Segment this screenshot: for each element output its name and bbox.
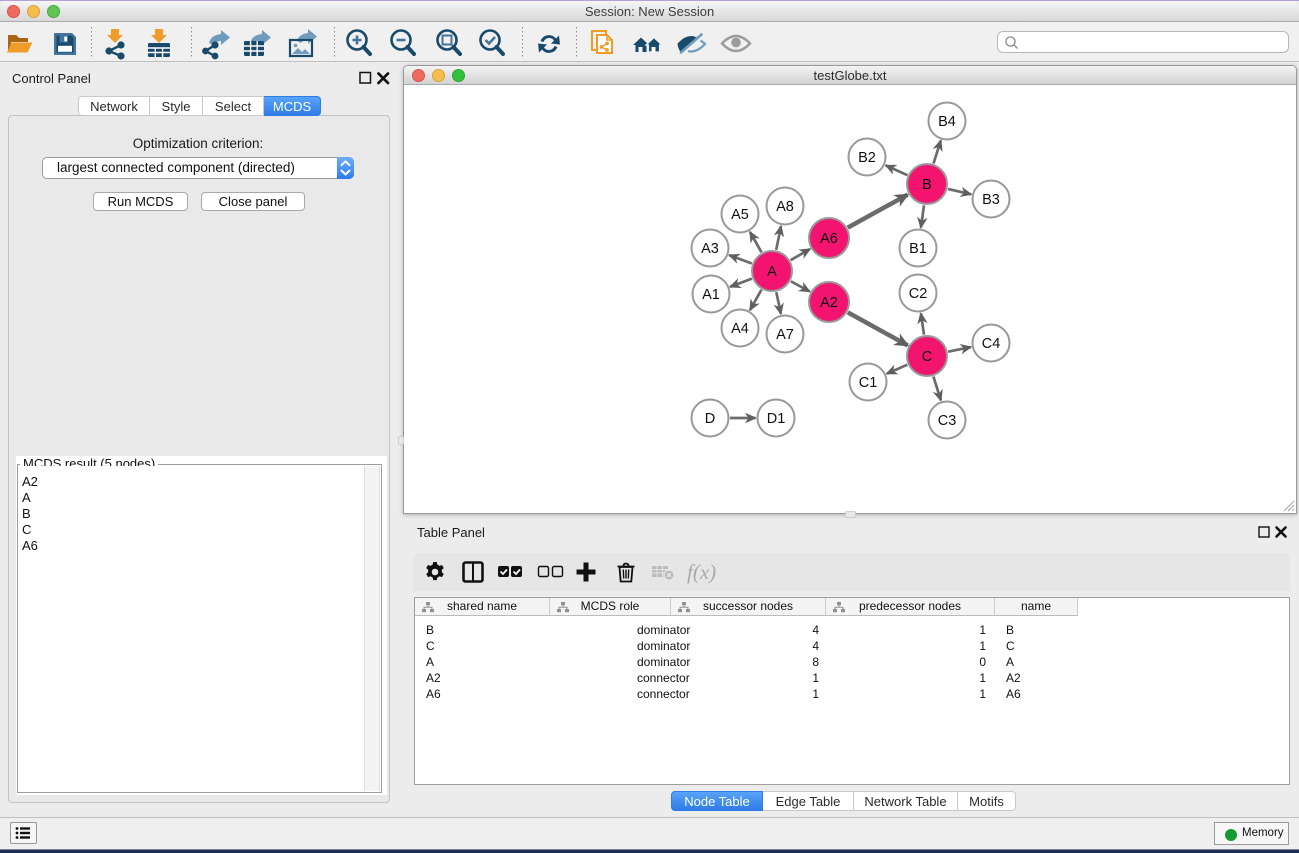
svg-text:C1: C1 [859, 375, 878, 391]
svg-text:A2: A2 [820, 295, 838, 311]
svg-text:A1: A1 [702, 287, 720, 303]
svg-text:B2: B2 [858, 150, 876, 166]
svg-text:A3: A3 [701, 241, 719, 257]
svg-text:A4: A4 [731, 321, 749, 337]
svg-text:C4: C4 [982, 336, 1001, 352]
svg-text:B: B [922, 177, 932, 193]
svg-text:A5: A5 [731, 207, 749, 223]
svg-text:C: C [922, 349, 932, 365]
svg-text:D1: D1 [767, 411, 786, 427]
svg-text:D: D [705, 411, 715, 427]
svg-text:A7: A7 [776, 327, 794, 343]
svg-text:A6: A6 [820, 231, 838, 247]
svg-text:B4: B4 [938, 114, 956, 130]
svg-text:A: A [767, 264, 777, 280]
svg-text:B3: B3 [982, 192, 1000, 208]
svg-text:B1: B1 [909, 241, 927, 257]
svg-text:C3: C3 [938, 413, 957, 429]
svg-text:C2: C2 [909, 286, 928, 302]
svg-text:A8: A8 [776, 199, 794, 215]
